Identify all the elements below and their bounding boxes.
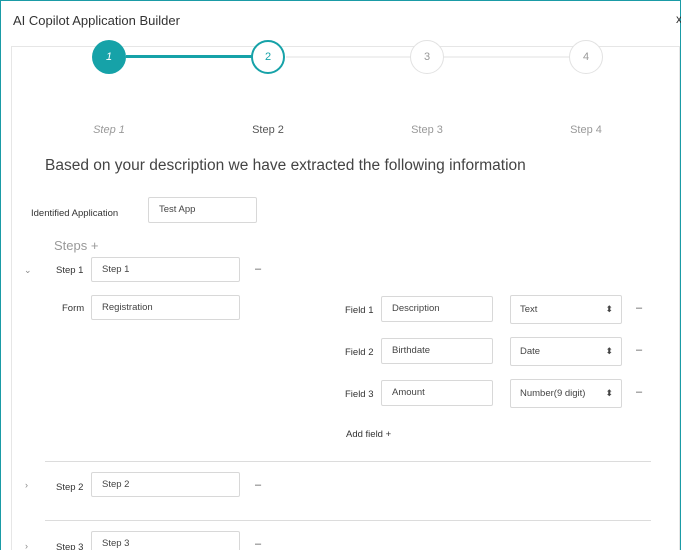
expand-step-2-icon[interactable]: › <box>25 480 28 490</box>
stepper-track-completed <box>126 55 255 58</box>
field-3-input[interactable]: Amount <box>381 380 493 406</box>
field-2-input[interactable]: Birthdate <box>381 338 493 364</box>
stepper-track-pending <box>286 56 413 58</box>
field-1-type-select[interactable]: Text ⬍ <box>510 295 622 324</box>
step-3-label: Step 3 <box>56 542 84 550</box>
field-3-type-select[interactable]: Number(9 digit) ⬍ <box>510 379 622 408</box>
steps-heading: Steps + <box>54 238 98 253</box>
stepper-label-4: Step 4 <box>570 124 602 136</box>
application-label: Identified Application <box>31 208 119 219</box>
form-label: Form <box>62 303 85 314</box>
stepper-label-3: Step 3 <box>411 124 443 136</box>
stepper-track-pending <box>443 56 571 58</box>
field-2-label: Field 2 <box>345 347 374 358</box>
remove-step-1-icon[interactable]: – <box>255 263 261 275</box>
stepper-circle-2[interactable]: 2 <box>251 40 285 74</box>
stepper-circle-3[interactable]: 3 <box>410 40 444 74</box>
add-field-button[interactable]: Add field + <box>346 429 391 440</box>
remove-step-2-icon[interactable]: – <box>255 479 261 491</box>
window-title: AI Copilot Application Builder <box>13 13 180 28</box>
select-arrow-icon: ⬍ <box>605 304 613 314</box>
stepper-label-2: Step 2 <box>252 124 284 136</box>
add-step-icon[interactable]: + <box>91 238 99 253</box>
field-2-type-select[interactable]: Date ⬍ <box>510 337 622 366</box>
add-field-icon: + <box>385 429 392 440</box>
form-input[interactable]: Registration <box>91 295 240 320</box>
stepper-label-1: Step 1 <box>93 124 125 136</box>
stepper-circle-1[interactable]: 1 <box>92 40 126 74</box>
field-3-label: Field 3 <box>345 389 374 400</box>
select-arrow-icon: ⬍ <box>605 388 613 398</box>
steps-title: Steps <box>54 238 88 253</box>
select-arrow-icon: ⬍ <box>605 346 613 356</box>
step-divider <box>45 461 651 462</box>
remove-step-3-icon[interactable]: – <box>255 538 261 550</box>
remove-field-3-icon[interactable]: – <box>636 386 642 398</box>
page-headline: Based on your description we have extrac… <box>45 157 526 174</box>
field-1-input[interactable]: Description <box>381 296 493 322</box>
collapse-step-1-icon[interactable]: ⌄ <box>24 265 32 276</box>
title-bar: AI Copilot Application Builder x <box>1 1 681 41</box>
step-3-input[interactable]: Step 3 <box>91 531 240 550</box>
close-icon[interactable]: x <box>676 12 681 26</box>
field-1-type-value: Text <box>520 304 538 315</box>
application-input[interactable]: Test App <box>148 197 257 223</box>
step-2-label: Step 2 <box>56 482 84 493</box>
remove-field-2-icon[interactable]: – <box>636 344 642 356</box>
remove-field-1-icon[interactable]: – <box>636 302 642 314</box>
step-1-input[interactable]: Step 1 <box>91 257 240 282</box>
step-2-input[interactable]: Step 2 <box>91 472 240 497</box>
step-1-label: Step 1 <box>56 265 84 276</box>
field-3-type-value: Number(9 digit) <box>520 388 586 399</box>
app-window: AI Copilot Application Builder x 1 2 3 4… <box>0 0 681 550</box>
field-1-label: Field 1 <box>345 305 374 316</box>
stepper-circle-4[interactable]: 4 <box>569 40 603 74</box>
expand-step-3-icon[interactable]: › <box>25 541 28 550</box>
field-2-type-value: Date <box>520 346 541 357</box>
step-divider <box>45 520 651 521</box>
add-field-label: Add field <box>346 429 383 440</box>
